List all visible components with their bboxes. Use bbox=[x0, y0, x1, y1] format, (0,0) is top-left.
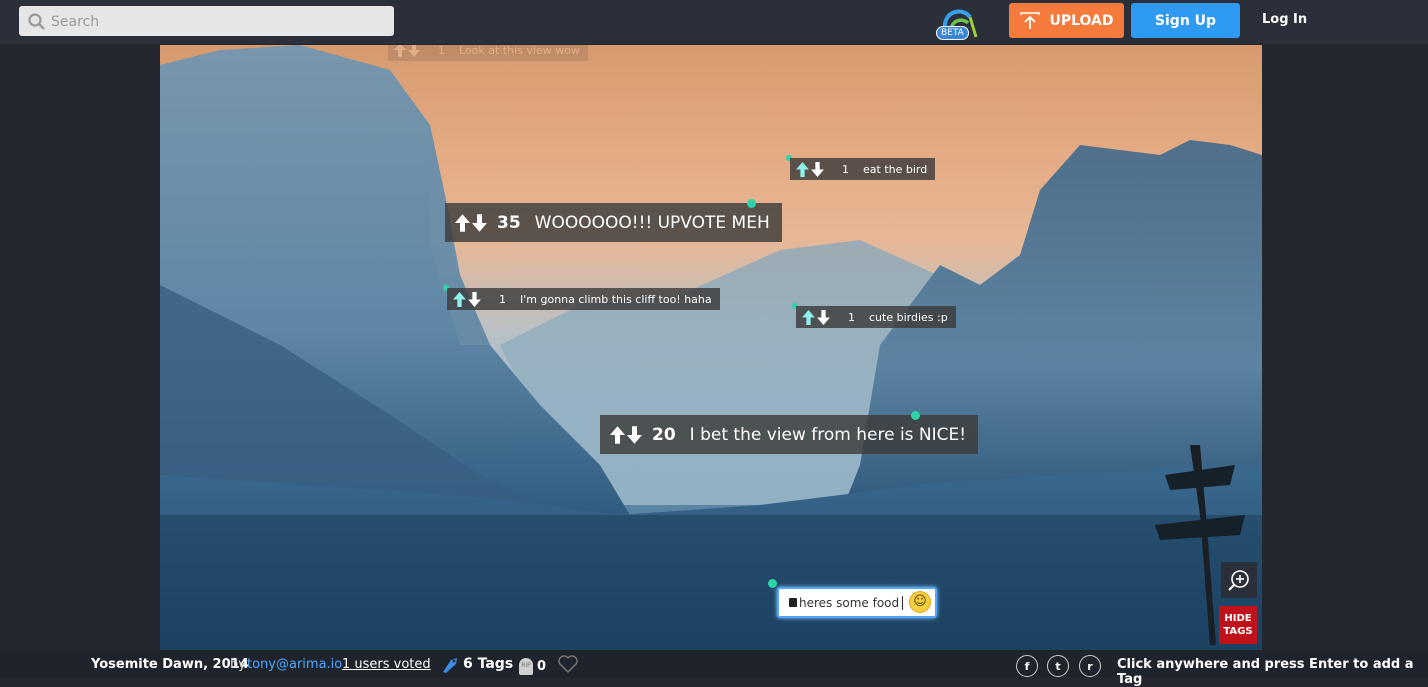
vote-arrows[interactable] bbox=[455, 213, 487, 232]
upvote-icon[interactable] bbox=[455, 213, 470, 232]
tag-vote-count: 1 bbox=[842, 162, 849, 176]
tag-text: I'm gonna climb this cliff too! haha bbox=[520, 292, 712, 306]
downvote-icon[interactable] bbox=[627, 425, 642, 444]
hide-tags-line2: TAGS bbox=[1223, 626, 1253, 637]
text-caret bbox=[902, 595, 904, 610]
upvote-icon[interactable] bbox=[453, 291, 466, 307]
zoom-button[interactable] bbox=[1221, 562, 1257, 598]
facebook-share-icon[interactable]: f bbox=[1016, 655, 1038, 677]
tag-text: cute birdies :p bbox=[869, 310, 948, 324]
tag[interactable]: 1 cute birdies :p bbox=[796, 306, 956, 328]
hide-tags-line1: HIDE bbox=[1224, 613, 1252, 624]
sign-up-button[interactable]: Sign Up bbox=[1131, 3, 1240, 38]
heart-icon[interactable] bbox=[557, 654, 579, 674]
zoom-in-icon bbox=[1228, 570, 1249, 591]
by-label: by bbox=[230, 657, 246, 672]
new-tag-input[interactable]: heres some food ☺ bbox=[777, 587, 937, 618]
lock-icon bbox=[789, 598, 797, 607]
tag[interactable]: 1 I'm gonna climb this cliff too! haha bbox=[447, 288, 720, 310]
downvote-icon[interactable] bbox=[811, 161, 824, 177]
upvote-icon[interactable] bbox=[610, 425, 625, 444]
photo-canvas[interactable]: 1 Look at this view wow 1 eat the bird 3… bbox=[160, 45, 1262, 650]
upvote-icon[interactable] bbox=[802, 309, 815, 325]
twitter-share-icon[interactable]: t bbox=[1047, 655, 1069, 677]
tag-vote-count: 1 bbox=[438, 45, 445, 57]
search-input[interactable] bbox=[49, 10, 383, 34]
tag-text: I bet the view from here is NICE! bbox=[689, 424, 967, 445]
tag-text: WOOOOOO!!! UPVOTE MEH bbox=[534, 212, 770, 233]
vote-arrows[interactable] bbox=[610, 425, 642, 444]
tag-vote-count: 35 bbox=[497, 212, 521, 233]
log-in-link[interactable]: Log In bbox=[1262, 12, 1307, 27]
emoji-picker-icon[interactable]: ☺ bbox=[909, 591, 931, 613]
tag-pin bbox=[911, 411, 920, 420]
rip-tombstone-icon[interactable]: RIP bbox=[519, 658, 533, 675]
downvote-icon[interactable] bbox=[408, 45, 420, 57]
upvote-icon[interactable] bbox=[796, 161, 809, 177]
tag-icon bbox=[443, 658, 457, 673]
new-tag-text[interactable]: heres some food bbox=[799, 596, 899, 610]
footer-bar: Yosemite Dawn, 2014 by tony@arima.io 1 u… bbox=[0, 650, 1428, 687]
tag-vote-count: 1 bbox=[499, 292, 506, 306]
downvote-icon[interactable] bbox=[817, 309, 830, 325]
upvote-icon[interactable] bbox=[394, 45, 406, 57]
tag[interactable]: 1 eat the bird bbox=[790, 158, 936, 180]
vote-arrows[interactable] bbox=[394, 45, 420, 57]
upload-label: UPLOAD bbox=[1049, 12, 1114, 29]
tag-pin bbox=[747, 199, 756, 208]
downvote-icon[interactable] bbox=[468, 291, 481, 307]
tag-vote-count: 20 bbox=[652, 424, 676, 445]
voters-link[interactable]: 1 users voted bbox=[342, 657, 431, 672]
tag[interactable]: 35 WOOOOOO!!! UPVOTE MEH bbox=[445, 203, 782, 242]
author-link[interactable]: tony@arima.io bbox=[247, 657, 342, 672]
yosemite-photo bbox=[160, 45, 1262, 650]
add-tag-hint: Click anywhere and press Enter to add a … bbox=[1117, 657, 1414, 687]
tag[interactable]: 20 I bet the view from here is NICE! bbox=[600, 415, 979, 454]
search-box[interactable] bbox=[19, 6, 394, 36]
reddit-share-icon[interactable]: r bbox=[1079, 655, 1101, 677]
sign-up-label: Sign Up bbox=[1154, 12, 1217, 29]
vote-arrows[interactable] bbox=[802, 309, 830, 325]
upload-icon bbox=[1020, 11, 1041, 29]
upload-button[interactable]: UPLOAD bbox=[1009, 3, 1124, 38]
search-icon bbox=[28, 13, 45, 30]
rip-count: 0 bbox=[537, 659, 547, 674]
tag-vote-count: 1 bbox=[848, 310, 855, 324]
new-tag-pin bbox=[768, 579, 777, 588]
tag-count: 6 Tags bbox=[463, 656, 514, 672]
downvote-icon[interactable] bbox=[472, 213, 487, 232]
tag-text: Look at this view wow bbox=[459, 45, 580, 57]
tag[interactable]: 1 Look at this view wow bbox=[388, 45, 588, 61]
vote-arrows[interactable] bbox=[796, 161, 824, 177]
top-bar: BETA UPLOAD Sign Up Log In bbox=[0, 0, 1428, 44]
hide-tags-button[interactable]: HIDE TAGS bbox=[1219, 606, 1257, 644]
vote-arrows[interactable] bbox=[453, 291, 481, 307]
tag-text: eat the bird bbox=[863, 162, 928, 176]
beta-badge: BETA bbox=[936, 26, 969, 40]
photo-title: Yosemite Dawn, 2014 bbox=[91, 657, 249, 672]
